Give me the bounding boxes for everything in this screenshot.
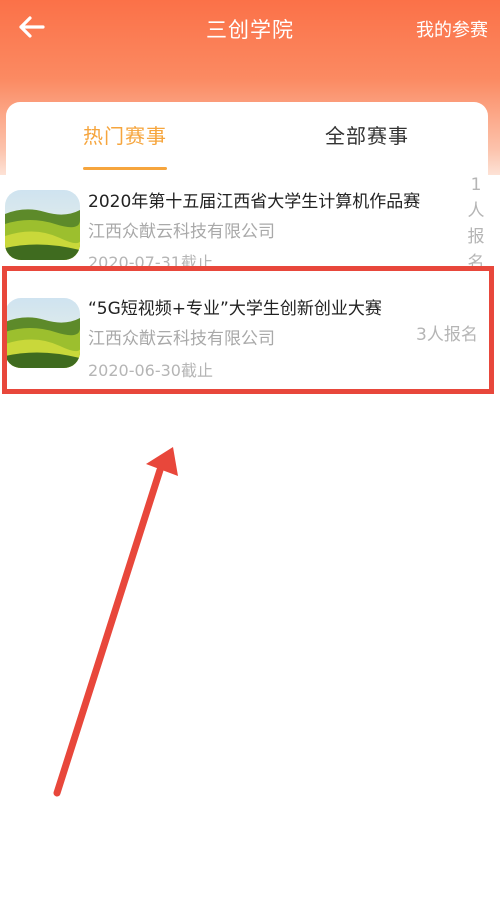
signup-char: 人: [467, 201, 485, 221]
my-entries-link[interactable]: 我的参赛: [416, 16, 488, 42]
signup-count: 1 人 报 名: [466, 172, 486, 276]
competition-thumbnail[interactable]: [5, 190, 80, 260]
competition-title[interactable]: 2020年第十五届江西省大学生计算机作品赛: [88, 187, 420, 212]
competition-organizer: 江西众猷云科技有限公司: [88, 222, 275, 242]
signup-char: 报: [467, 227, 485, 247]
active-tab-indicator: [83, 167, 167, 170]
tab-all-events[interactable]: 全部赛事: [325, 120, 409, 149]
highlight-annotation-box: [2, 266, 494, 394]
tab-hot-events[interactable]: 热门赛事: [83, 120, 167, 149]
signup-char: 1: [470, 175, 482, 195]
